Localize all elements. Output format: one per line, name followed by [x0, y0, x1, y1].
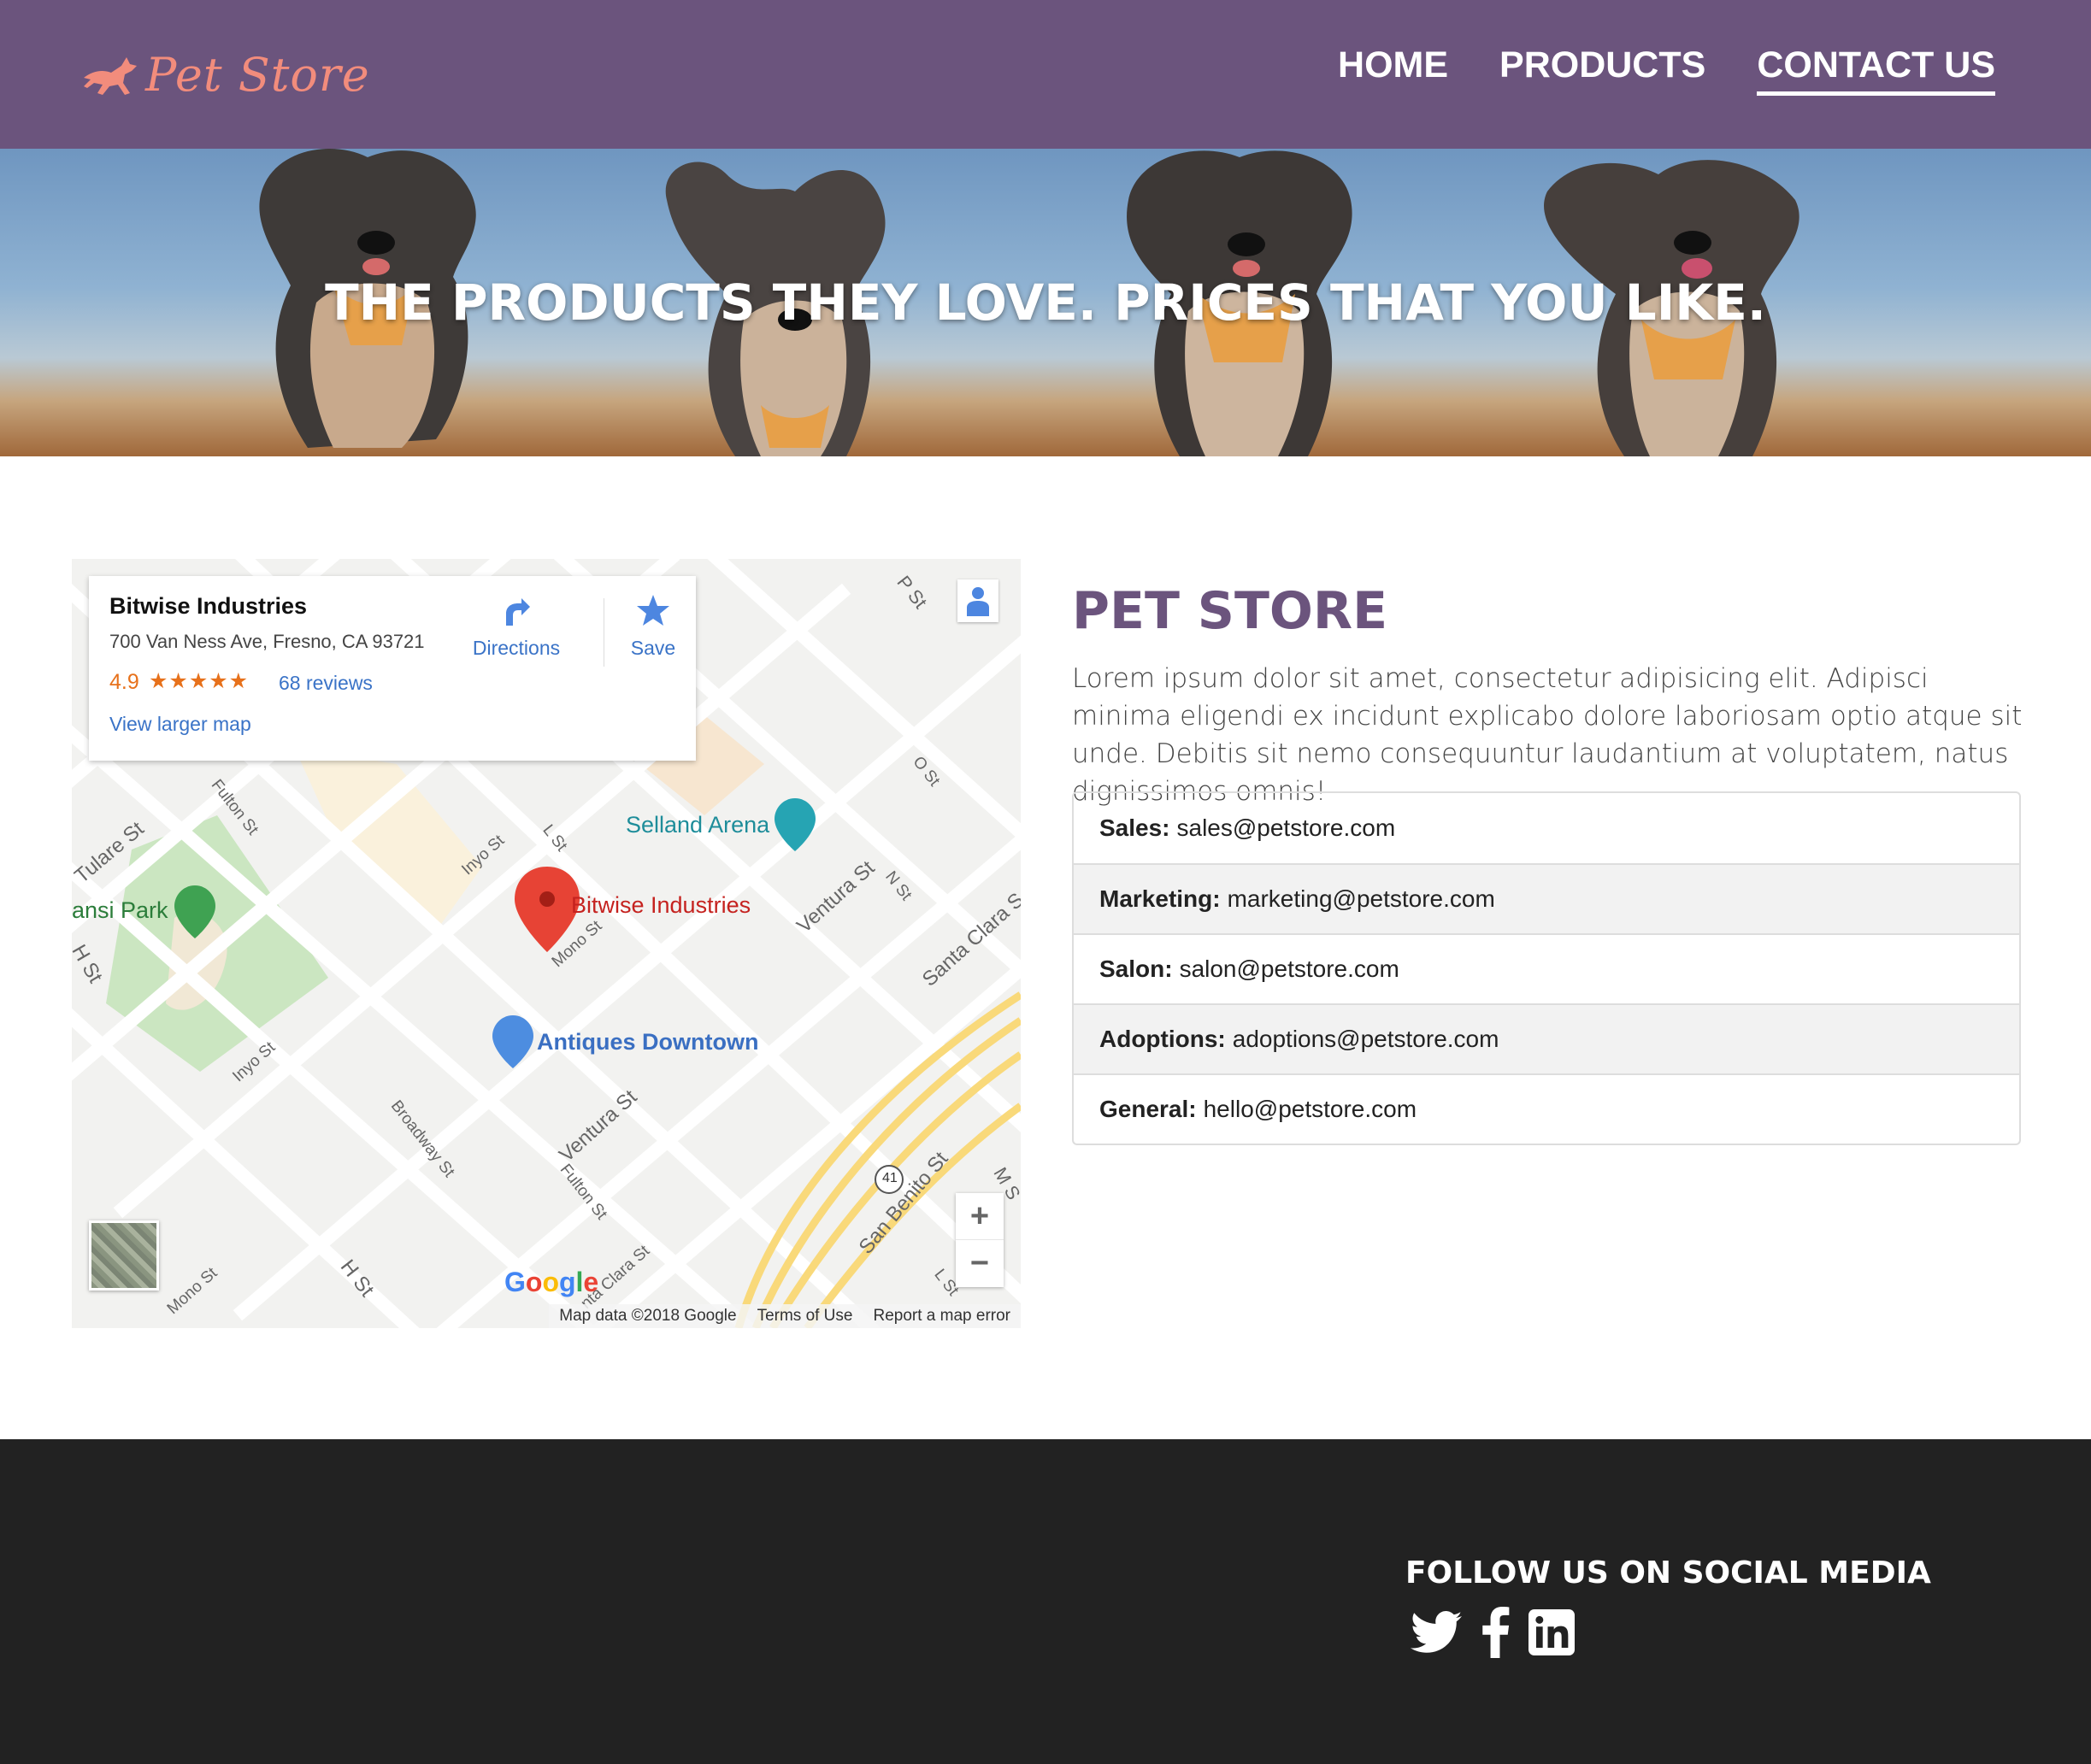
twitter-icon[interactable] [1411, 1610, 1462, 1659]
zoom-controls: + − [956, 1193, 1004, 1287]
map-data-credit: Map data ©2018 Google [559, 1307, 737, 1325]
contact-label: Marketing: [1099, 885, 1221, 912]
star-icon [637, 595, 669, 626]
footer: FOLLOW US ON SOCIAL MEDIA [0, 1439, 2091, 1764]
contact-list: Sales: sales@petstore.com Marketing: mar… [1072, 791, 2021, 1145]
map-poi-antiques[interactable]: Antiques Downtown [537, 1029, 758, 1055]
contact-email[interactable]: salon@petstore.com [1180, 956, 1399, 983]
contact-row-general: General: hello@petstore.com [1074, 1073, 2019, 1144]
contact-row-adoptions: Adoptions: adoptions@petstore.com [1074, 1003, 2019, 1073]
google-logo: Google [504, 1267, 599, 1297]
contact-email[interactable]: adoptions@petstore.com [1233, 1026, 1499, 1053]
satellite-toggle[interactable] [89, 1220, 159, 1291]
follow-heading: FOLLOW US ON SOCIAL MEDIA [1405, 1555, 1931, 1591]
hero-headline: THE PRODUCTS THEY LOVE. PRICES THAT YOU … [325, 273, 1766, 332]
navbar: Pet Store HOME PRODUCTS CONTACT US [0, 0, 2091, 149]
directions-button[interactable]: Directions [465, 593, 568, 660]
map-poi-pin[interactable]: Bitwise Industries [571, 892, 751, 919]
highway-label: 41 [882, 1171, 898, 1185]
nav-products[interactable]: PRODUCTS [1499, 44, 1705, 96]
place-address: 700 Van Ness Ave, Fresno, CA 93721 [109, 631, 425, 652]
map-poi-arena[interactable]: Selland Arena [626, 812, 769, 838]
place-info-card: Bitwise Industries 700 Van Ness Ave, Fre… [89, 576, 696, 761]
zoom-in-button[interactable]: + [956, 1193, 1004, 1240]
contact-email[interactable]: marketing@petstore.com [1228, 885, 1495, 913]
save-button[interactable]: Save [619, 593, 687, 660]
running-dog-icon [84, 57, 137, 95]
contact-email[interactable]: sales@petstore.com [1177, 814, 1396, 842]
star-rating-icon: ★★★★★ [149, 669, 250, 693]
store-title: PET STORE [1072, 581, 1388, 641]
social-links [1411, 1607, 1593, 1662]
hero-banner: THE PRODUCTS THEY LOVE. PRICES THAT YOU … [0, 149, 2091, 456]
nav-contact-us[interactable]: CONTACT US [1757, 44, 1995, 96]
street-view-pegman-icon[interactable] [957, 579, 998, 622]
reviews-link[interactable]: 68 reviews [279, 672, 373, 695]
contact-label: General: [1099, 1096, 1197, 1122]
map-poi-park[interactable]: ansi Park [72, 897, 168, 924]
contact-label: Adoptions: [1099, 1026, 1226, 1052]
terms-of-use-link[interactable]: Terms of Use [757, 1307, 853, 1326]
linkedin-icon[interactable] [1528, 1609, 1575, 1660]
save-label: Save [630, 637, 676, 659]
contact-label: Salon: [1099, 956, 1173, 982]
directions-label: Directions [472, 637, 561, 659]
contact-row-salon: Salon: salon@petstore.com [1074, 933, 2019, 1003]
nav-home[interactable]: HOME [1338, 44, 1448, 96]
contact-email[interactable]: hello@petstore.com [1204, 1096, 1417, 1123]
brand-name: Pet Store [145, 47, 370, 102]
place-rating: 4.9 [109, 670, 139, 694]
contact-row-marketing: Marketing: marketing@petstore.com [1074, 863, 2019, 933]
facebook-icon[interactable] [1481, 1607, 1510, 1662]
map-attribution: Map data ©2018 Google Terms of Use Repor… [549, 1304, 1021, 1328]
store-description: Lorem ipsum dolor sit amet, consectetur … [1072, 663, 2023, 807]
brand-logo[interactable]: Pet Store [80, 44, 370, 104]
nav-links: HOME PRODUCTS CONTACT US [1287, 44, 1995, 96]
view-larger-map-link[interactable]: View larger map [109, 713, 251, 736]
zoom-out-button[interactable]: − [956, 1240, 1004, 1287]
directions-icon [506, 598, 530, 626]
place-name: Bitwise Industries [109, 593, 308, 619]
report-map-error-link[interactable]: Report a map error [873, 1307, 1010, 1326]
embedded-map[interactable]: Selland Arena Bitwise Industries ansi Pa… [72, 559, 1021, 1328]
contact-row-sales: Sales: sales@petstore.com [1074, 793, 2019, 863]
contact-label: Sales: [1099, 814, 1170, 841]
